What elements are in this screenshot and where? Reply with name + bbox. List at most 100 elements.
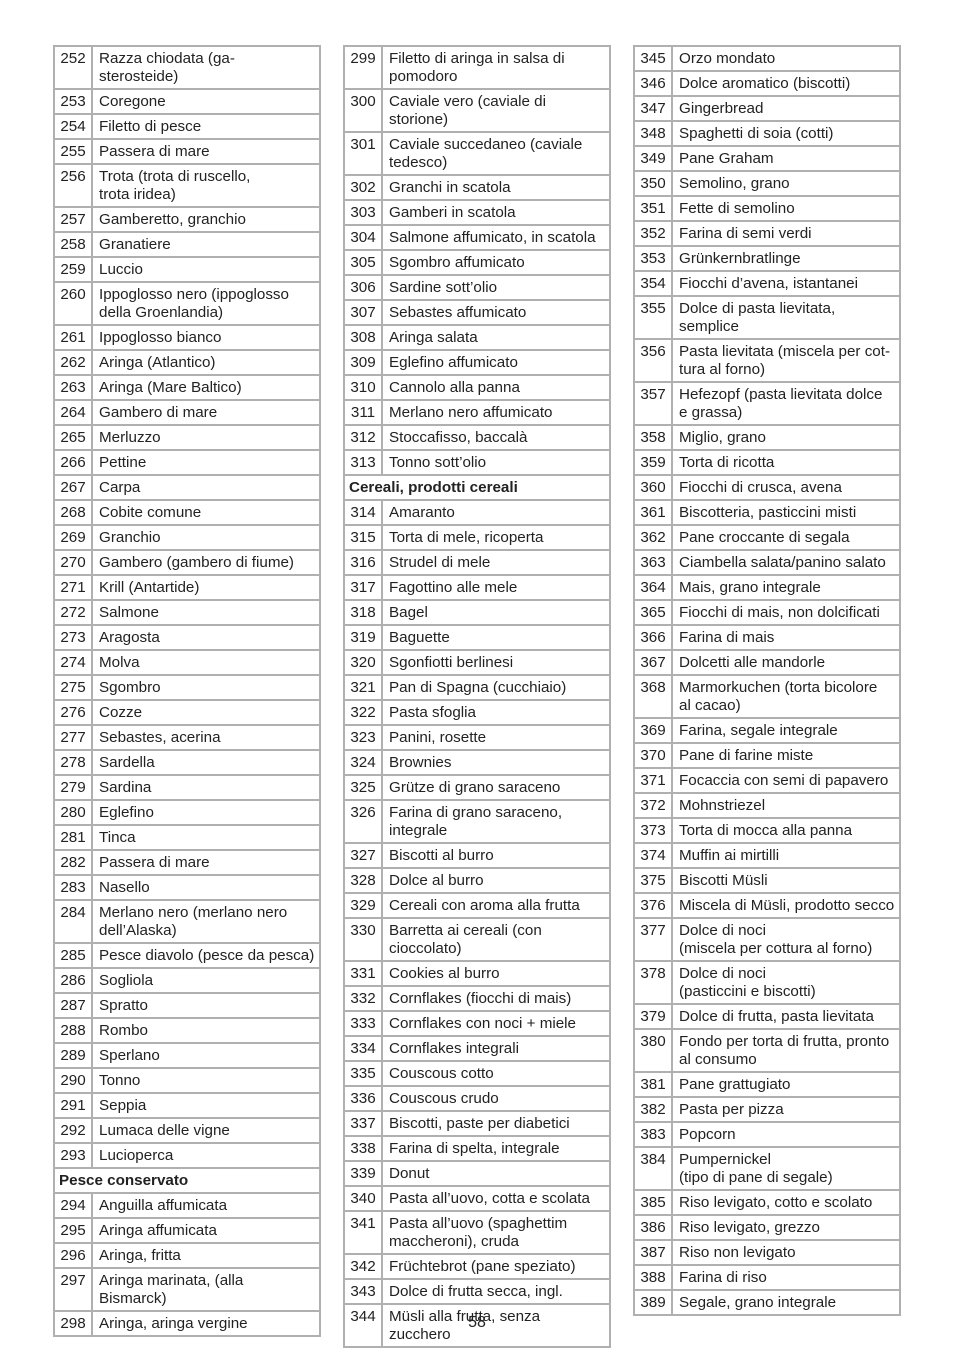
food-table-column-1: 252 Razza chiodata (ga- sterosteide) 253 Co… bbox=[53, 45, 321, 1337]
item-name: Gambero (gambero di fiume) bbox=[99, 554, 294, 571]
item-name: Riso non levigato bbox=[679, 1244, 796, 1261]
item-number: 353 bbox=[635, 247, 673, 270]
item-number: 340 bbox=[345, 1187, 383, 1210]
item-number: 308 bbox=[345, 326, 383, 349]
table-row: 369 Farina, segale integrale bbox=[633, 719, 901, 744]
item-number: 288 bbox=[55, 1019, 93, 1042]
item-name: Lucioperca bbox=[99, 1147, 174, 1164]
item-number: 290 bbox=[55, 1069, 93, 1092]
table-row: 297 Aringa marinata, (alla Bismarck) bbox=[53, 1269, 321, 1312]
item-name: Grütze di grano saraceno bbox=[389, 779, 561, 796]
item-number: 347 bbox=[635, 97, 673, 120]
table-row: 313 Tonno sott’olio bbox=[343, 451, 611, 476]
table-row: 269 Granchio bbox=[53, 526, 321, 551]
item-name: Sardine sott’olio bbox=[389, 279, 498, 296]
item-name: Seppia bbox=[99, 1097, 147, 1114]
item-name: Pane Graham bbox=[679, 150, 774, 167]
item-number: 293 bbox=[55, 1144, 93, 1167]
item-number: 329 bbox=[345, 894, 383, 917]
table-row: 283 Nasello bbox=[53, 876, 321, 901]
item-name: Ippoglosso bianco bbox=[99, 329, 222, 346]
item-number: 305 bbox=[345, 251, 383, 274]
item-number: 269 bbox=[55, 526, 93, 549]
item-name: Sperlano bbox=[99, 1047, 160, 1064]
section-header-row: Pesce conservato bbox=[53, 1169, 321, 1194]
item-name: Farina, segale integrale bbox=[679, 722, 838, 739]
item-number: 338 bbox=[345, 1137, 383, 1160]
item-name: Dolce di pasta lievitata, semplice bbox=[679, 300, 836, 335]
item-number: 295 bbox=[55, 1219, 93, 1242]
item-number: 253 bbox=[55, 90, 93, 113]
item-number: 346 bbox=[635, 72, 673, 95]
item-name: Passera di mare bbox=[99, 143, 210, 160]
food-table-column-3: 345 Orzo mondato 346 Dolce aromatico (bisco… bbox=[633, 45, 901, 1316]
item-number: 352 bbox=[635, 222, 673, 245]
item-name: Sgombro affumicato bbox=[389, 254, 525, 271]
item-name: Coregone bbox=[99, 93, 166, 110]
table-row: 320 Sgonfiotti berlinesi bbox=[343, 651, 611, 676]
table-row: 330 Barretta ai cereali (con cioccolato) bbox=[343, 919, 611, 962]
table-row: 336 Couscous crudo bbox=[343, 1087, 611, 1112]
item-number: 333 bbox=[345, 1012, 383, 1035]
item-name: Biscotti Müsli bbox=[679, 872, 768, 889]
item-name: Pasta lievitata (miscela per cot- tura a… bbox=[679, 343, 891, 378]
item-number: 259 bbox=[55, 258, 93, 281]
item-name: Filetto di pesce bbox=[99, 118, 202, 135]
item-number: 389 bbox=[635, 1291, 673, 1314]
item-name: Molva bbox=[99, 654, 140, 671]
item-name: Orzo mondato bbox=[679, 50, 776, 67]
table-row: 386 Riso levigato, grezzo bbox=[633, 1216, 901, 1241]
item-name: Cobite comune bbox=[99, 504, 202, 521]
item-number: 325 bbox=[345, 776, 383, 799]
table-row: 354 Fiocchi d’avena, istantanei bbox=[633, 272, 901, 297]
item-number: 291 bbox=[55, 1094, 93, 1117]
table-row: 260 Ippoglosso nero (ippoglosso della Gro… bbox=[53, 283, 321, 326]
table-row: 353 Grünkernbratlinge bbox=[633, 247, 901, 272]
item-number: 380 bbox=[635, 1030, 673, 1071]
table-row: 299 Filetto di aringa in salsa di pomodor… bbox=[343, 45, 611, 90]
item-name: Fette di semolino bbox=[679, 200, 795, 217]
item-name: Dolcetti alle mandorle bbox=[679, 654, 826, 671]
item-name: Aringa, fritta bbox=[99, 1247, 181, 1264]
item-number: 307 bbox=[345, 301, 383, 324]
item-number: 337 bbox=[345, 1112, 383, 1135]
table-row: 350 Semolino, grano bbox=[633, 172, 901, 197]
item-name: Pan di Spagna (cucchiaio) bbox=[389, 679, 567, 696]
item-name: Farina di mais bbox=[679, 629, 775, 646]
table-row: 278 Sardella bbox=[53, 751, 321, 776]
item-number: 363 bbox=[635, 551, 673, 574]
table-row: 276 Cozze bbox=[53, 701, 321, 726]
item-name: Sogliola bbox=[99, 972, 154, 989]
table-row: 366 Farina di mais bbox=[633, 626, 901, 651]
table-row: 324 Brownies bbox=[343, 751, 611, 776]
item-number: 310 bbox=[345, 376, 383, 399]
table-row: 292 Lumaca delle vigne bbox=[53, 1119, 321, 1144]
table-row: 266 Pettine bbox=[53, 451, 321, 476]
item-name: Popcorn bbox=[679, 1126, 736, 1143]
item-number: 279 bbox=[55, 776, 93, 799]
item-name: Dolce al burro bbox=[389, 872, 484, 889]
section-header-row: Cereali, prodotti cereali bbox=[343, 476, 611, 501]
item-name: Gamberi in scatola bbox=[389, 204, 516, 221]
item-name: Krill (Antartide) bbox=[99, 579, 200, 596]
table-row: 346 Dolce aromatico (biscotti) bbox=[633, 72, 901, 97]
table-row: 380 Fondo per torta di frutta, pronto al … bbox=[633, 1030, 901, 1073]
item-name: Fiocchi d’avena, istantanei bbox=[679, 275, 858, 292]
item-name: Muffin ai mirtilli bbox=[679, 847, 780, 864]
table-row: 273 Aragosta bbox=[53, 626, 321, 651]
table-row: 345 Orzo mondato bbox=[633, 45, 901, 72]
item-name: Sgombro bbox=[99, 679, 161, 696]
item-name: Granchio bbox=[99, 529, 161, 546]
table-row: 338 Farina di spelta, integrale bbox=[343, 1137, 611, 1162]
item-number: 315 bbox=[345, 526, 383, 549]
item-name: Aringa (Atlantico) bbox=[99, 354, 216, 371]
item-number: 271 bbox=[55, 576, 93, 599]
item-name: Riso levigato, cotto e scolato bbox=[679, 1194, 873, 1211]
item-name: Cereali con aroma alla frutta bbox=[389, 897, 580, 914]
table-row: 381 Pane grattugiato bbox=[633, 1073, 901, 1098]
item-name: Cookies al burro bbox=[389, 965, 500, 982]
item-name: Pettine bbox=[99, 454, 147, 471]
item-number: 387 bbox=[635, 1241, 673, 1264]
table-row: 314 Amaranto bbox=[343, 501, 611, 526]
item-number: 336 bbox=[345, 1087, 383, 1110]
